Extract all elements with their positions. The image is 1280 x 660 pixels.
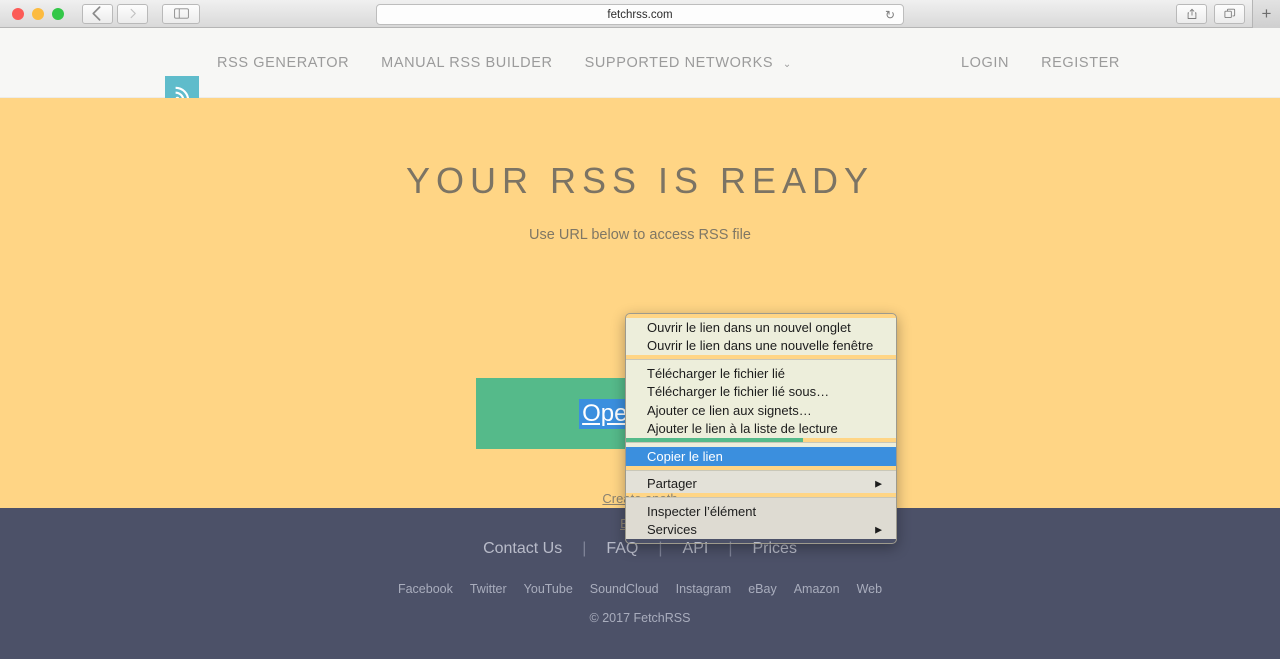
share-button[interactable] [1176, 4, 1207, 24]
context-menu-item-inspect-element[interactable]: Inspecter l’élément [626, 502, 896, 521]
nav-item-supported-networks-label: SUPPORTED NETWORKS [584, 54, 774, 71]
browser-toolbar: fetchrss.com ↻ + [0, 0, 1280, 28]
tabs-icon [1223, 8, 1235, 19]
context-menu-item-download-linked-file[interactable]: Télécharger le fichier lié [626, 364, 896, 383]
context-menu-item-label: Ajouter ce lien aux signets… [647, 402, 812, 418]
context-menu-item-share[interactable]: Partager ▶ [626, 475, 896, 494]
page-title: YOUR RSS IS READY [405, 160, 875, 201]
footer-network-web[interactable]: Web [857, 582, 882, 596]
chevron-left-icon [92, 6, 101, 21]
context-menu-item-label: Copier le lien [647, 448, 723, 464]
context-menu-item-open-new-window[interactable]: Ouvrir le lien dans une nouvelle fenêtre [626, 337, 896, 356]
new-tab-button[interactable]: + [1252, 0, 1280, 28]
submenu-arrow-icon: ▶ [875, 478, 882, 489]
nav-item-manual-rss-builder-label: MANUAL RSS BUILDER [381, 54, 553, 71]
toolbar-right-group: + [1176, 0, 1280, 28]
chevron-right-icon [130, 8, 136, 19]
nav-item-rss-generator-label: RSS GENERATOR [217, 54, 350, 71]
address-bar[interactable]: fetchrss.com ↻ [376, 4, 904, 25]
footer-network-instagram[interactable]: Instagram [676, 582, 732, 596]
maximize-window-button[interactable] [52, 7, 64, 20]
login-label: LOGIN [960, 54, 1010, 71]
show-tabs-button[interactable] [1214, 4, 1245, 24]
footer-separator: | [582, 540, 587, 557]
copyright-text: © 2017 FetchRSS [589, 611, 691, 625]
footer-network-twitter[interactable]: Twitter [470, 582, 507, 596]
login-link[interactable]: LOGIN [961, 55, 1009, 71]
context-menu-item-add-reading-list[interactable]: Ajouter le lien à la liste de lecture [626, 420, 896, 439]
footer-network-facebook[interactable]: Facebook [398, 582, 453, 596]
context-menu-item-label: Services [647, 522, 697, 538]
minimize-window-button[interactable] [32, 7, 44, 20]
footer-network-ebay[interactable]: eBay [748, 582, 777, 596]
context-menu-section-copy: Copier le lien [626, 442, 896, 466]
nav-item-manual-rss-builder[interactable]: MANUAL RSS BUILDER [381, 55, 552, 71]
footer-network-amazon[interactable]: Amazon [794, 582, 840, 596]
footer-network-links: Facebook Twitter YouTube SoundCloud Inst… [0, 582, 1280, 596]
reload-icon[interactable]: ↻ [885, 9, 895, 21]
context-menu-item-add-bookmark[interactable]: Ajouter ce lien aux signets… [626, 401, 896, 420]
close-window-button[interactable] [12, 7, 24, 20]
footer-network-soundcloud[interactable]: SoundCloud [590, 582, 659, 596]
navigation-buttons [82, 3, 148, 24]
share-icon [1187, 8, 1196, 19]
context-menu-item-label: Ouvrir le lien dans une nouvelle fenêtre [647, 338, 874, 354]
footer-link-contact-us[interactable]: Contact Us [483, 540, 562, 558]
context-menu-item-label: Partager [647, 476, 697, 492]
sidebar-icon [173, 8, 189, 19]
submenu-arrow-icon: ▶ [875, 524, 882, 535]
context-menu-section-share: Partager ▶ [626, 469, 896, 494]
context-menu-section-open: Ouvrir le lien dans un nouvel onglet Ouv… [626, 318, 896, 355]
auth-navigation: LOGIN REGISTER [961, 55, 1120, 71]
sidebar-toggle-button[interactable] [162, 3, 200, 24]
context-menu-item-download-linked-file-as[interactable]: Télécharger le fichier lié sous… [626, 383, 896, 402]
context-menu-item-label: Télécharger le fichier lié sous… [647, 384, 830, 400]
nav-item-rss-generator[interactable]: RSS GENERATOR [217, 55, 349, 71]
nav-item-supported-networks[interactable]: SUPPORTED NETWORKS ⌄ [585, 55, 792, 71]
main-navigation: RSS GENERATOR MANUAL RSS BUILDER SUPPORT… [217, 55, 792, 71]
forward-button[interactable] [117, 3, 148, 24]
context-menu-item-label: Ouvrir le lien dans un nouvel onglet [647, 319, 851, 335]
context-menu-item-copy-link[interactable]: Copier le lien [626, 447, 896, 466]
register-link[interactable]: REGISTER [1041, 55, 1120, 71]
address-bar-text: fetchrss.com [607, 8, 673, 21]
register-label: REGISTER [1041, 54, 1120, 71]
context-menu-item-label: Inspecter l’élément [647, 503, 757, 519]
page-subtitle: Use URL below to access RSS file [529, 227, 751, 243]
context-menu-item-label: Télécharger le fichier lié [647, 365, 786, 381]
context-menu-item-services[interactable]: Services ▶ [626, 521, 896, 540]
new-tab-label: + [1261, 4, 1272, 23]
context-menu[interactable]: Ouvrir le lien dans un nouvel onglet Ouv… [625, 313, 897, 544]
context-menu-section-tools: Inspecter l’élément Services ▶ [626, 497, 896, 539]
site-header: RSS GENERATOR MANUAL RSS BUILDER SUPPORT… [0, 28, 1280, 110]
footer-network-youtube[interactable]: YouTube [524, 582, 573, 596]
context-menu-section-download: Télécharger le fichier lié Télécharger l… [626, 359, 896, 438]
context-menu-item-open-new-tab[interactable]: Ouvrir le lien dans un nouvel onglet [626, 318, 896, 337]
chevron-down-icon: ⌄ [782, 58, 792, 70]
context-menu-item-label: Ajouter le lien à la liste de lecture [647, 421, 838, 437]
window-traffic-lights [12, 7, 64, 20]
back-button[interactable] [82, 3, 113, 24]
